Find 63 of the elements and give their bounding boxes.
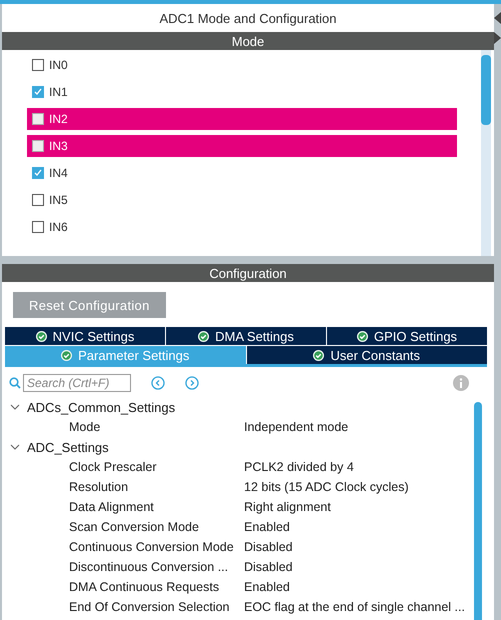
parameter-name: Data Alignment	[69, 500, 155, 514]
parameter-value[interactable]: Disabled	[244, 540, 293, 554]
parameter-name: Scan Conversion Mode	[69, 520, 200, 534]
previous-icon[interactable]	[151, 376, 165, 390]
checkbox[interactable]	[32, 140, 44, 152]
settings-tab[interactable]: GPIO Settings	[327, 327, 487, 345]
chevron-down-icon[interactable]	[10, 404, 20, 410]
search-field[interactable]: Search (Crtl+F)	[23, 374, 131, 392]
parameter-name: Mode	[69, 420, 102, 434]
channel-row[interactable]: IN4	[27, 162, 457, 184]
checkbox[interactable]	[32, 86, 44, 98]
channel-row[interactable]: IN6	[27, 216, 457, 238]
parameter-value[interactable]: EOC flag at the end of single channel ...	[244, 600, 465, 614]
parameter-value[interactable]: Enabled	[244, 520, 290, 534]
channel-label: IN6	[49, 220, 68, 234]
channel-label: IN5	[49, 193, 68, 207]
chevron-down-icon[interactable]	[10, 444, 20, 450]
parameter-name: End Of Conversion Selection	[69, 600, 231, 614]
checkbox[interactable]	[32, 59, 44, 71]
group-label: ADCs_Common_Settings	[27, 400, 176, 414]
parameter-name: Resolution	[69, 480, 130, 494]
panel-title: ADC1 Mode and Configuration	[159, 10, 337, 26]
check-circle-icon	[356, 330, 368, 342]
parameter-value[interactable]: Enabled	[244, 580, 290, 594]
parameter-name: Discontinuous Conversion ...	[69, 560, 230, 574]
channel-label: IN1	[49, 85, 68, 99]
info-icon[interactable]	[453, 375, 469, 391]
parameter-name: Clock Prescaler	[69, 460, 158, 474]
collapse-arrows-icon[interactable]	[494, 12, 501, 46]
channel-label: IN3	[49, 139, 68, 153]
scrollbar[interactable]	[481, 50, 491, 256]
conflict-row[interactable]: IN2	[27, 108, 457, 130]
parameter-value[interactable]: PCLK2 divided by 4	[244, 460, 354, 474]
group-label: ADC_Settings	[27, 440, 109, 454]
search-icon	[9, 377, 21, 389]
parameter-value[interactable]: Independent mode	[244, 420, 348, 434]
section-header: Configuration	[209, 266, 287, 280]
checkbox[interactable]	[32, 194, 44, 206]
conflict-row[interactable]: IN3	[27, 135, 457, 157]
channel-label: IN4	[49, 166, 68, 180]
parameter-name: DMA Continuous Requests	[69, 580, 220, 594]
parameter-value[interactable]: Right alignment	[244, 500, 331, 514]
channel-row[interactable]: IN0	[27, 54, 457, 76]
channel-label: IN2	[49, 112, 68, 126]
checkbox[interactable]	[32, 221, 44, 233]
settings-tab[interactable]: NVIC Settings	[5, 327, 165, 345]
checkbox[interactable]	[32, 167, 44, 179]
next-icon[interactable]	[185, 376, 199, 390]
check-circle-icon	[313, 350, 324, 360]
check-circle-icon	[198, 330, 210, 342]
parameter-name: Continuous Conversion Mode	[69, 540, 235, 554]
parameter-value[interactable]: Disabled	[244, 560, 293, 574]
channel-label: IN0	[49, 58, 68, 72]
scrollbar[interactable]	[474, 402, 482, 620]
channel-row[interactable]: IN1	[27, 81, 457, 103]
section-header: Mode	[232, 34, 264, 48]
settings-tab[interactable]: User Constants	[246, 346, 487, 364]
check-circle-icon	[61, 350, 72, 360]
channel-row[interactable]: IN5	[27, 189, 457, 211]
checkbox[interactable]	[32, 113, 44, 125]
check-circle-icon	[36, 330, 47, 342]
parameter-value[interactable]: 12 bits (15 ADC Clock cycles)	[244, 480, 409, 494]
settings-tab[interactable]: DMA Settings	[166, 327, 326, 345]
